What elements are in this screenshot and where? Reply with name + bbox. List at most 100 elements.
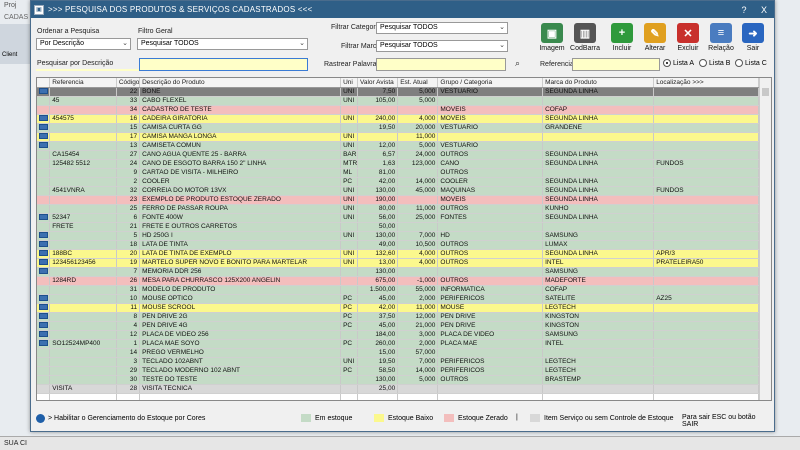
column-header[interactable]: Localização >>> [653, 78, 759, 88]
cell-uni [340, 330, 359, 340]
table-row[interactable]: 45 33 CABO FLEXEL UNI 105,00 5,000 [37, 96, 759, 106]
filtro-geral-select[interactable]: Pesquisar TODOS ⌄ [137, 38, 308, 50]
radio-dot [663, 59, 671, 67]
table-row[interactable]: 22 BONE UNI 7,50 5,000 VESTUARIO SEGUNDA LINHA [37, 87, 759, 97]
pesquisar-descricao-input[interactable] [139, 58, 308, 71]
cell-loc: PRATELEIRA50 [653, 258, 759, 268]
cell-val: 675,00 [357, 276, 399, 286]
table-row[interactable]: 9 CARTAO DE VISITA - MILHEIRO ML 81,00 OUTRO… [37, 168, 759, 178]
image-icon [37, 87, 51, 97]
table-row[interactable]: 1284RD 26 MESA PARA CHURRASCO 125X200 ANGE… [37, 276, 759, 286]
table-row[interactable]: 14 PREGO VERMELHO 15,00 57,000 [37, 348, 759, 358]
empty-row [37, 393, 759, 400]
table-row[interactable]: 4541VNRA 32 CORREIA DO MOTOR 13VX UNI 130,00… [37, 186, 759, 196]
table-row[interactable]: 7 MEMORIA DDR 256 130,00 SAMSUNG [37, 267, 759, 277]
referencia-label: Referencia [540, 61, 574, 68]
table-row[interactable]: 30 TESTE DO TESTE 130,00 5,000 OUTROS BRASTEM… [37, 375, 759, 385]
column-header[interactable]: Est. Atual [397, 78, 439, 88]
excluir-button[interactable]: ✕ Excluir [672, 23, 704, 55]
chevron-down-icon: ⌄ [499, 42, 505, 49]
table-row[interactable]: 2 COOLER PC 42,00 14,000 COOLER SEGUNDA LINHA [37, 177, 759, 187]
table-row[interactable]: VISITA 28 VISITA TECNICA 25,00 [37, 384, 759, 394]
table-row[interactable]: 12 PLACA DE VIDEO 256 184,00 3,000 PLACA DE … [37, 330, 759, 340]
cell-est: 11,000 [397, 132, 439, 142]
column-header[interactable]: Grupo / Categoria [437, 78, 544, 88]
filtrar-categoria-label: Filtrar Categoria [331, 24, 382, 31]
radio-lista-b[interactable]: Lista B [699, 59, 730, 67]
close-button[interactable]: X [754, 5, 774, 15]
rastrear-palavras-input[interactable] [376, 58, 506, 71]
cell-marca: SEGUNDA LINHA [542, 186, 655, 196]
table-row[interactable]: 125482 5512 24 CANO DE ESGOTO BARRA 150 2"… [37, 159, 759, 169]
table-row[interactable]: SO12524MP400 1 PLACA MAE SOYO PC 260,00 2,000… [37, 339, 759, 349]
ordenar-select[interactable]: Por Descrição ⌄ [36, 38, 131, 50]
table-row[interactable]: 17 CAMISA MANGA LONGA UNI 11,000 [37, 132, 759, 142]
table-row[interactable]: 11 MOUSE SCROOL PC 42,00 11,000 MOUSE LEGTECH [37, 303, 759, 313]
cell-loc [653, 384, 759, 394]
column-header[interactable]: Marca do Produto [542, 78, 655, 88]
cell-uni: ML [340, 168, 359, 178]
table-row[interactable]: 454575 16 CADEIRA GIRATORIA UNI 240,00 4,000 M… [37, 114, 759, 124]
cell-desc: FERRO DE PASSAR ROUPA [139, 204, 342, 214]
barcode-icon: ▥ [574, 23, 596, 43]
imagem-button[interactable]: ▣ Imagem [536, 23, 568, 55]
sair-button[interactable]: ➜ Sair [737, 23, 769, 55]
table-row[interactable]: 3 TECLADO 102ABNT UNI 19,50 7,000 PERIFERICOS… [37, 357, 759, 367]
table-row[interactable]: 29 TECLADO MODERNO 102 ABNT PC 58,50 14,000 P… [37, 366, 759, 376]
column-header[interactable]: Uni [340, 78, 359, 88]
alterar-button[interactable]: ✎ Alterar [639, 23, 671, 55]
habilitar-cores-option[interactable]: > Habilitar o Gerenciamento do Estoque p… [36, 414, 205, 423]
table-row[interactable]: 18 LATA DE TINTA 49,00 10,500 OUTROS LUMAX [37, 240, 759, 250]
column-header[interactable]: Descrição do Produto [139, 78, 342, 88]
table-row[interactable]: 13 CAMISETA COMUN UNI 12,00 5,000 VESTUARIO [37, 141, 759, 151]
scrollbar-thumb[interactable] [762, 88, 769, 96]
image-icon [38, 294, 48, 301]
cell-val: 81,00 [357, 168, 399, 178]
table-row[interactable]: 52347 6 FONTE 400W UNI 56,00 25,000 FONTES SEGU… [37, 213, 759, 223]
table-row[interactable]: 25 FERRO DE PASSAR ROUPA UNI 80,00 11,000 OUT… [37, 204, 759, 214]
column-header[interactable]: Código [116, 78, 141, 88]
filtrar-marca-select[interactable]: Pesquisar TODOS ⌄ [376, 40, 508, 52]
radio-lista-a[interactable]: Lista A [663, 59, 694, 67]
table-row[interactable]: CA15454 27 CANO AGUA QUENTE 25 - BARRA BAR 6… [37, 150, 759, 160]
cell-desc: PEN DRIVE 4G [139, 321, 342, 331]
cell-ref: 454575 [49, 114, 117, 124]
table-row[interactable]: 188BC 20 LATA DE TINTA DE EXEMPLO UNI 132,60… [37, 249, 759, 259]
cell-ref: VISITA [49, 384, 117, 394]
table-row[interactable]: 31 MODELO DE PRODUTO 1.500,00 55,000 INFORMA… [37, 285, 759, 295]
table-row[interactable]: 5 HD 250G I UNI 130,00 7,000 HD SAMSUNG [37, 231, 759, 241]
relacao-button[interactable]: ≡ Relação [705, 23, 737, 55]
filtrar-categoria-select[interactable]: Pesquisar TODOS ⌄ [376, 22, 508, 34]
image-icon [38, 267, 48, 274]
radio-lista-c[interactable]: Lista C [735, 59, 767, 67]
cell-marca: COFAP [542, 285, 655, 295]
cell-est: 57,000 [397, 348, 439, 358]
image-icon [38, 240, 48, 247]
table-row[interactable]: 8 PEN DRIVE 2G PC 37,50 12,000 PEN DRIVE KINGS… [37, 312, 759, 322]
legend-estoque-baixo: Estoque Baixo [374, 414, 433, 422]
cell-uni: UNI [340, 258, 359, 268]
table-row[interactable]: 4 PEN DRIVE 4G PC 45,00 21,000 PEN DRIVE KINGS… [37, 321, 759, 331]
table-row[interactable]: 34 CADASTRO DE TESTE MOVEIS COFAP [37, 105, 759, 115]
table-row[interactable]: FRETE 21 FRETE E OUTROS CARRETOS 50,00 [37, 222, 759, 232]
table-row[interactable]: 23 EXEMPLO DE PRODUTO ESTOQUE ZERADO UNI 19… [37, 195, 759, 205]
row-indicator [37, 195, 51, 205]
search-icon[interactable]: ⌕ [515, 58, 527, 70]
table-row[interactable]: 15 CAMISA CURTA GG 19,50 20,000 VESTUARIO GRA… [37, 123, 759, 133]
table-row[interactable]: 123456123456 19 MARTELO SUPER NOVO E BONIT… [37, 258, 759, 268]
cell-uni [340, 384, 359, 394]
cell-est [397, 384, 439, 394]
column-header[interactable]: Valor Avista [357, 78, 399, 88]
table-row[interactable]: 10 MOUSE OPTICO PC 45,00 2,000 PERIFERICOS SAT… [37, 294, 759, 304]
help-button[interactable]: ? [734, 5, 754, 15]
incluir-button[interactable]: + Incluir [606, 23, 638, 55]
row-indicator [37, 348, 51, 358]
cell-uni [340, 240, 359, 250]
cell-loc [653, 114, 759, 124]
cell-val: 37,50 [357, 312, 399, 322]
codbarra-button[interactable]: ▥ CodBarra [569, 23, 601, 55]
vertical-scrollbar[interactable] [759, 78, 771, 400]
column-header[interactable]: Referencia [49, 78, 117, 88]
referencia-input[interactable] [572, 58, 660, 71]
cell-loc [653, 348, 759, 358]
